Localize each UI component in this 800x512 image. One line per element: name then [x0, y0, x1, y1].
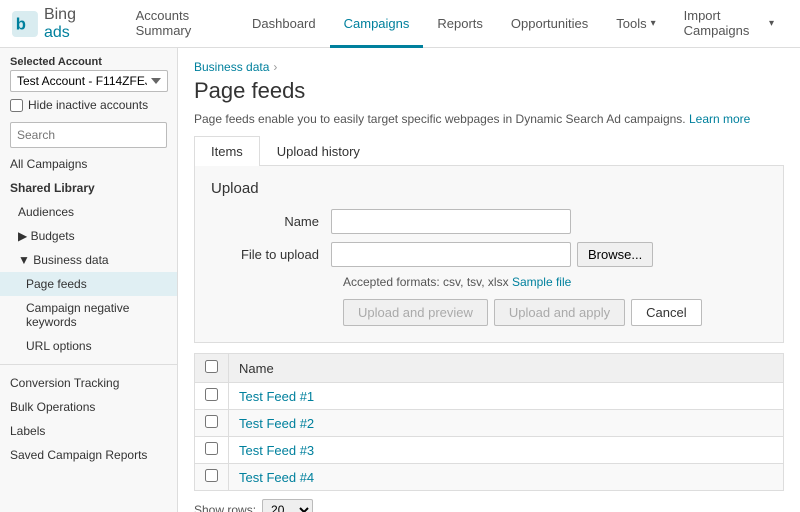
nav-opportunities[interactable]: Opportunities [497, 1, 602, 48]
upload-preview-button[interactable]: Upload and preview [343, 299, 488, 326]
breadcrumb-separator: › [273, 60, 277, 74]
sample-file-link[interactable]: Sample file [512, 275, 571, 289]
nav-tools[interactable]: Tools ▾ [602, 1, 669, 48]
row-name-cell: Test Feed #1 [229, 383, 784, 410]
nav-links: Accounts Summary Dashboard Campaigns Rep… [122, 0, 788, 47]
table-body: Test Feed #1 Test Feed #2 Test Feed #3 T… [195, 383, 784, 491]
learn-more-link[interactable]: Learn more [689, 112, 750, 126]
table-row: Test Feed #4 [195, 464, 784, 491]
row-checkbox-cell [195, 437, 229, 464]
page-title: Page feeds [194, 78, 784, 104]
row-checkbox[interactable] [205, 442, 218, 455]
feed-link[interactable]: Test Feed #2 [239, 416, 314, 431]
feed-link[interactable]: Test Feed #3 [239, 443, 314, 458]
col-checkbox [195, 354, 229, 383]
account-selector[interactable]: Test Account - F114ZFEJ [10, 70, 168, 92]
nav-accounts-summary[interactable]: Accounts Summary [122, 1, 238, 48]
row-checkbox[interactable] [205, 388, 218, 401]
hide-inactive-checkbox[interactable] [10, 99, 23, 112]
selected-account-label: Selected Account [0, 48, 177, 70]
row-checkbox-cell [195, 464, 229, 491]
table-header-row: Name [195, 354, 784, 383]
sidebar-item-business-data[interactable]: ▼ Business data [0, 248, 177, 272]
cancel-button[interactable]: Cancel [631, 299, 701, 326]
feeds-table-section: Name Test Feed #1 Test Feed #2 [194, 353, 784, 512]
nav-import-campaigns[interactable]: Import Campaigns ▾ [670, 1, 788, 48]
tools-arrow-icon: ▾ [651, 18, 656, 29]
sidebar-item-labels[interactable]: Labels [0, 419, 177, 443]
sidebar-item-campaign-negative-keywords[interactable]: Campaign negative keywords [0, 296, 177, 334]
row-checkbox[interactable] [205, 415, 218, 428]
hide-inactive-label: Hide inactive accounts [28, 98, 148, 112]
sidebar-item-url-options[interactable]: URL options [0, 334, 177, 358]
sidebar-item-saved-campaign-reports[interactable]: Saved Campaign Reports [0, 443, 177, 467]
table-row: Test Feed #3 [195, 437, 784, 464]
sidebar-item-bulk-operations[interactable]: Bulk Operations [0, 395, 177, 419]
upload-title: Upload [211, 180, 767, 197]
logo: b Bing ads [12, 6, 102, 42]
breadcrumb-business-data[interactable]: Business data [194, 60, 269, 74]
sidebar-divider [0, 364, 177, 365]
action-buttons: Upload and preview Upload and apply Canc… [343, 299, 767, 326]
upload-section: Upload Name File to upload Browse... Acc… [194, 166, 784, 343]
row-name-cell: Test Feed #2 [229, 410, 784, 437]
sidebar-item-audiences[interactable]: Audiences [0, 200, 177, 224]
accepted-formats: Accepted formats: csv, tsv, xlsx Sample … [343, 275, 767, 289]
table-row: Test Feed #2 [195, 410, 784, 437]
feeds-table: Name Test Feed #1 Test Feed #2 [194, 353, 784, 491]
svg-text:b: b [16, 14, 26, 33]
name-input[interactable] [331, 209, 571, 234]
select-all-checkbox[interactable] [205, 360, 218, 373]
upload-apply-button[interactable]: Upload and apply [494, 299, 625, 326]
nav-campaigns[interactable]: Campaigns [330, 1, 424, 48]
search-input[interactable] [11, 124, 167, 146]
nav-dashboard[interactable]: Dashboard [238, 1, 330, 48]
show-rows-select[interactable]: 10 20 50 100 [262, 499, 313, 512]
row-checkbox[interactable] [205, 469, 218, 482]
sidebar-item-conversion-tracking[interactable]: Conversion Tracking [0, 371, 177, 395]
tab-upload-history[interactable]: Upload history [260, 136, 377, 166]
row-name-cell: Test Feed #3 [229, 437, 784, 464]
col-name: Name [229, 354, 784, 383]
import-arrow-icon: ▾ [769, 18, 774, 29]
sidebar-item-budgets[interactable]: ▶ Budgets [0, 224, 177, 248]
name-row: Name [211, 209, 767, 234]
sidebar-shared-library-header: Shared Library [0, 176, 177, 200]
nav-reports[interactable]: Reports [423, 1, 497, 48]
browse-button[interactable]: Browse... [577, 242, 653, 267]
bing-logo-icon: b [12, 10, 38, 38]
sidebar: Selected Account Test Account - F114ZFEJ… [0, 48, 178, 512]
main-layout: Selected Account Test Account - F114ZFEJ… [0, 48, 800, 512]
table-row: Test Feed #1 [195, 383, 784, 410]
name-label: Name [211, 214, 331, 229]
row-name-cell: Test Feed #4 [229, 464, 784, 491]
page-description: Page feeds enable you to easily target s… [194, 112, 784, 126]
breadcrumb: Business data › [194, 60, 784, 74]
sidebar-item-all-campaigns[interactable]: All Campaigns [0, 152, 177, 176]
file-input[interactable] [331, 242, 571, 267]
tab-items[interactable]: Items [194, 136, 260, 166]
feed-link[interactable]: Test Feed #1 [239, 389, 314, 404]
main-content: Business data › Page feeds Page feeds en… [178, 48, 800, 512]
sidebar-item-page-feeds[interactable]: Page feeds [0, 272, 177, 296]
row-checkbox-cell [195, 410, 229, 437]
logo-text: Bing ads [44, 6, 102, 42]
feed-link[interactable]: Test Feed #4 [239, 470, 314, 485]
file-row: File to upload Browse... [211, 242, 767, 267]
top-navigation: b Bing ads Accounts Summary Dashboard Ca… [0, 0, 800, 48]
content-tabs: Items Upload history [194, 136, 784, 166]
row-checkbox-cell [195, 383, 229, 410]
file-label: File to upload [211, 247, 331, 262]
show-rows-control: Show rows: 10 20 50 100 [194, 499, 784, 512]
hide-inactive-row: Hide inactive accounts [0, 96, 177, 118]
search-box: 🔍 [10, 122, 167, 148]
show-rows-label: Show rows: [194, 503, 256, 512]
